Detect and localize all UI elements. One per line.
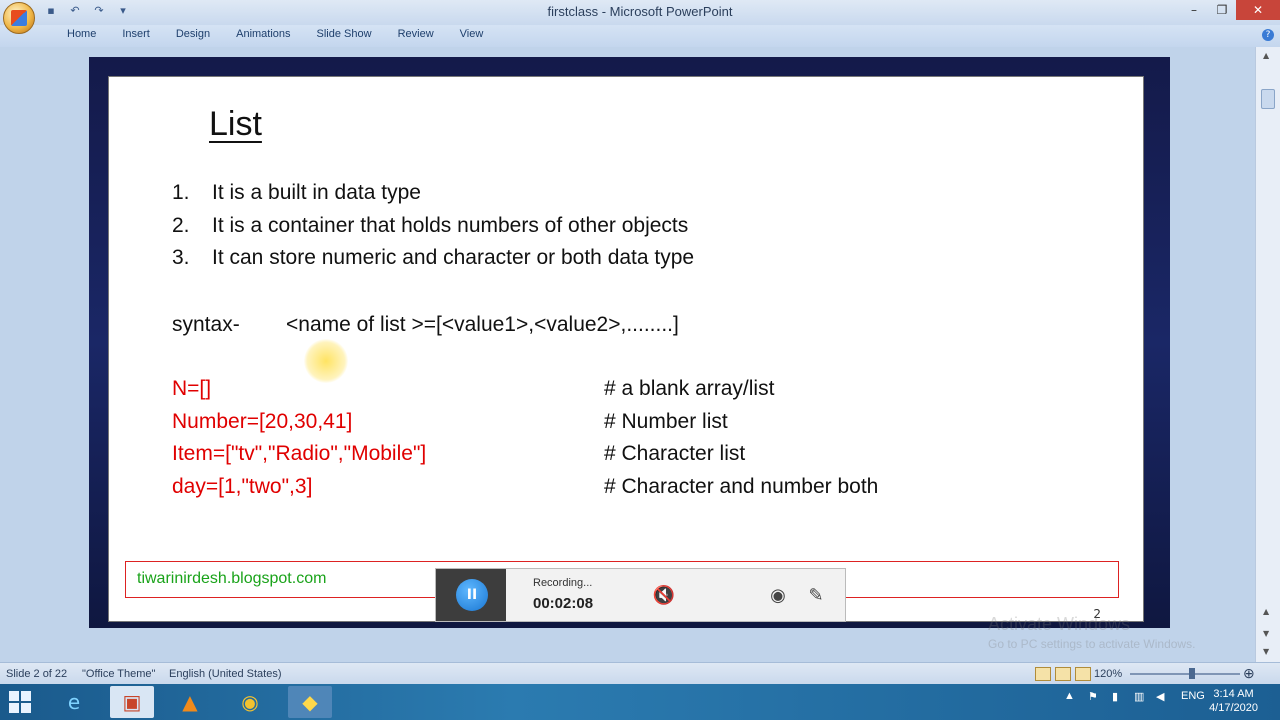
python-icon[interactable]: ◆ [288, 686, 332, 718]
recording-status: Recording... [533, 577, 593, 589]
previous-slide-icon[interactable]: ▲ [1263, 607, 1269, 616]
zoom-level[interactable]: 120% [1094, 668, 1122, 680]
clock-time: 3:14 AM [1213, 688, 1254, 700]
clock[interactable]: 3:14 AM 4/17/2020 [1209, 687, 1258, 715]
scroll-down-icon[interactable]: ▼ [1263, 647, 1269, 656]
network-icon[interactable]: ▥ [1134, 690, 1144, 703]
tab-home[interactable]: Home [54, 28, 109, 40]
slide: List 1. It is a built in data type 2. It… [108, 76, 1144, 622]
list-item: 3. It can store numeric and character or… [172, 246, 694, 279]
normal-view-icon[interactable] [1035, 667, 1051, 681]
zoom-slider[interactable] [1130, 673, 1240, 675]
code-comments: # a blank array/list # Number list # Cha… [604, 377, 878, 507]
minimize-button[interactable]: – [1180, 0, 1208, 20]
language-indicator[interactable]: English (United States) [169, 668, 282, 680]
activate-windows-watermark: Activate Windows Go to PC settings to ac… [988, 614, 1195, 654]
tab-insert[interactable]: Insert [109, 28, 163, 40]
close-button[interactable]: ✕ [1236, 0, 1280, 20]
pause-icon: II [466, 587, 478, 603]
recorder-control-area: II [436, 569, 506, 621]
tab-slide-show[interactable]: Slide Show [304, 28, 385, 40]
tab-review[interactable]: Review [385, 28, 447, 40]
code-line: N=[] [172, 377, 212, 400]
maximize-button[interactable]: ❐ [1208, 0, 1236, 20]
battery-icon[interactable]: ▮ [1112, 690, 1118, 703]
code-line: Item=["tv","Radio","Mobile"] [172, 442, 427, 465]
syntax-text: <name of list >=[<value1>,<value2>,.....… [286, 313, 679, 336]
ribbon-tabs: Home Insert Design Animations Slide Show… [54, 28, 496, 40]
tab-animations[interactable]: Animations [223, 28, 303, 40]
tab-view[interactable]: View [447, 28, 497, 40]
help-icon[interactable]: ? [1262, 29, 1274, 41]
scroll-up-icon[interactable]: ▲ [1263, 51, 1269, 60]
watermark-title: Activate Windows [988, 614, 1131, 634]
status-bar: Slide 2 of 22 "Office Theme" English (Un… [0, 662, 1280, 685]
office-logo-icon [11, 10, 27, 26]
watermark-subtitle: Go to PC settings to activate Windows. [988, 637, 1196, 651]
footer-url: tiwarinirdesh.blogspot.com [137, 570, 327, 587]
code-comment: # Number list [604, 409, 728, 433]
code-line: Number=[20,30,41] [172, 409, 353, 433]
window-title: firstclass - Microsoft PowerPoint [547, 4, 733, 19]
zoom-slider-thumb[interactable] [1189, 668, 1195, 679]
tray-app-icon[interactable]: ⚑ [1088, 690, 1098, 703]
screen-recorder-panel: II Recording... 00:02:08 🔇 ◉ ✎ [435, 568, 846, 622]
internet-explorer-icon[interactable]: e [52, 686, 96, 718]
clock-date: 4/17/2020 [1209, 702, 1258, 714]
slide-count: Slide 2 of 22 [6, 668, 68, 680]
window-controls: – ❐ ✕ [1180, 0, 1280, 20]
view-buttons [1035, 667, 1091, 681]
list-item: 1. It is a built in data type [172, 181, 694, 214]
pause-button[interactable]: II [456, 579, 488, 611]
theme-name[interactable]: "Office Theme" [82, 668, 155, 680]
recording-timer: 00:02:08 [533, 595, 594, 612]
tray-overflow-icon[interactable]: ▲ [1064, 690, 1075, 702]
slide-sorter-view-icon[interactable] [1055, 667, 1071, 681]
title-bar: ▪ ↶ ↷ ▾ firstclass - Microsoft PowerPoin… [0, 0, 1280, 34]
chrome-icon[interactable]: ◉ [228, 686, 272, 718]
bullet-list: 1. It is a built in data type 2. It is a… [172, 181, 694, 279]
vertical-scrollbar[interactable]: ▲ ▲ ▼ ▼ [1255, 47, 1280, 662]
fit-to-window-icon[interactable]: ⊕ [1243, 665, 1255, 682]
list-item-text: It is a container that holds numbers of … [212, 213, 689, 237]
vlc-icon[interactable]: ▲ [168, 686, 212, 718]
slide-show-view-icon[interactable] [1075, 667, 1091, 681]
list-item-text: It can store numeric and character or bo… [212, 246, 695, 269]
ribbon: Home Insert Design Animations Slide Show… [0, 25, 1280, 48]
input-language[interactable]: ENG [1181, 690, 1205, 702]
tab-design[interactable]: Design [163, 28, 223, 40]
code-comment: # Character list [604, 442, 746, 465]
syntax-line: syntax- <name of list >=[<value1>,<value… [172, 313, 679, 337]
office-button[interactable] [3, 2, 35, 34]
taskbar: e ▣ ▲ ◉ ◆ ▲ ⚑ ▮ ▥ ◀ ENG 3:14 AM 4/17/202… [0, 684, 1280, 720]
webcam-icon[interactable]: ◉ [766, 584, 790, 608]
next-slide-icon[interactable]: ▼ [1263, 629, 1269, 638]
code-comment: # a blank array/list [604, 377, 775, 400]
windows-start-icon[interactable] [9, 691, 31, 713]
scroll-thumb[interactable] [1261, 89, 1275, 109]
list-item-number: 1. [172, 181, 190, 204]
powerpoint-taskbar-icon[interactable]: ▣ [110, 686, 154, 718]
list-item-number: 3. [172, 246, 190, 269]
list-item: 2. It is a container that holds numbers … [172, 214, 694, 247]
pen-icon[interactable]: ✎ [804, 584, 828, 608]
syntax-label: syntax- [172, 313, 240, 336]
slide-title: List [209, 105, 262, 143]
code-examples: N=[] Number=[20,30,41] Item=["tv","Radio… [172, 377, 426, 507]
code-line: day=[1,"two",3] [172, 474, 313, 498]
list-item-number: 2. [172, 213, 190, 237]
code-comment: # Character and number both [604, 474, 879, 498]
list-item-text: It is a built in data type [212, 181, 421, 204]
volume-icon[interactable]: ◀ [1156, 690, 1164, 703]
speaker-mute-icon[interactable]: 🔇 [652, 584, 676, 608]
